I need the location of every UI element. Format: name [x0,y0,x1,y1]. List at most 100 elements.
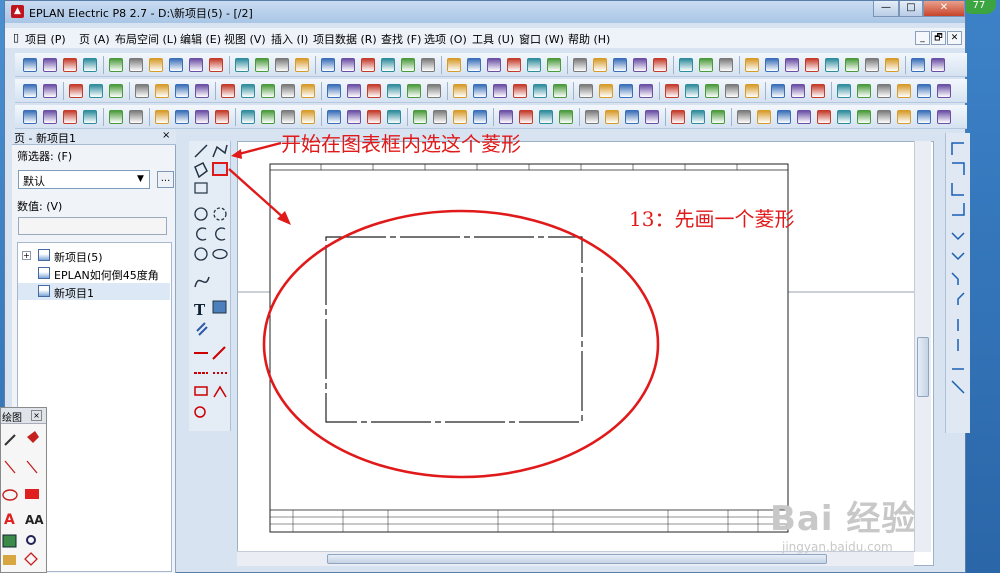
insert-tool-39-icon[interactable] [857,84,871,98]
standard-tool-34-icon[interactable] [745,58,759,72]
standard-tool-39-icon[interactable] [845,58,859,72]
menu-project-data[interactable]: 项目数据 (R) [313,31,377,47]
insert-tool-0-icon[interactable] [23,84,37,98]
standard-tool-37-icon[interactable] [805,58,819,72]
symbol-tool-20-icon[interactable] [453,110,467,124]
insert-tool-35-icon[interactable] [771,84,785,98]
insert-tool-13-icon[interactable] [301,84,315,98]
insert-tool-31-icon[interactable] [685,84,699,98]
insert-tool-30-icon[interactable] [665,84,679,98]
insert-tool-6-icon[interactable] [155,84,169,98]
close-button[interactable]: ✕ [923,1,965,17]
symbol-tool-10-icon[interactable] [241,110,255,124]
symbol-tool-13-icon[interactable] [301,110,315,124]
insert-tool-37-icon[interactable] [811,84,825,98]
insert-tool-41-icon[interactable] [897,84,911,98]
insert-tool-22-icon[interactable] [493,84,507,98]
standard-tool-2-icon[interactable] [63,58,77,72]
standard-tool-11-icon[interactable] [255,58,269,72]
standard-tool-15-icon[interactable] [341,58,355,72]
symbol-tool-17-icon[interactable] [387,110,401,124]
insert-tool-17-icon[interactable] [387,84,401,98]
insert-tool-21-icon[interactable] [473,84,487,98]
maximize-button[interactable]: □ [899,1,923,17]
symbol-tool-26-icon[interactable] [585,110,599,124]
symbol-tool-9-icon[interactable] [215,110,229,124]
insert-tool-11-icon[interactable] [261,84,275,98]
standard-tool-40-icon[interactable] [865,58,879,72]
tree-item-project5[interactable]: + 新项目(5) [18,247,170,264]
standard-tool-8-icon[interactable] [189,58,203,72]
standard-tool-28-icon[interactable] [613,58,627,72]
menu-window[interactable]: 窗口 (W) [519,31,564,47]
symbol-tool-6-icon[interactable] [155,110,169,124]
insert-tool-38-icon[interactable] [837,84,851,98]
standard-tool-1-icon[interactable] [43,58,57,72]
symbol-tool-7-icon[interactable] [175,110,189,124]
insert-tool-24-icon[interactable] [533,84,547,98]
insert-tool-40-icon[interactable] [877,84,891,98]
symbol-tool-8-icon[interactable] [195,110,209,124]
insert-tool-42-icon[interactable] [917,84,931,98]
insert-tool-8-icon[interactable] [195,84,209,98]
standard-tool-38-icon[interactable] [825,58,839,72]
filter-select[interactable]: 默认 ▼ [18,170,150,189]
standard-tool-41-icon[interactable] [885,58,899,72]
standard-tool-32-icon[interactable] [699,58,713,72]
symbol-tool-15-icon[interactable] [347,110,361,124]
insert-tool-5-icon[interactable] [135,84,149,98]
standard-tool-29-icon[interactable] [633,58,647,72]
standard-tool-26-icon[interactable] [573,58,587,72]
mdi-close-button[interactable]: ✕ [947,31,962,45]
mdi-restore-button[interactable]: 🗗 [931,31,946,45]
standard-tool-21-icon[interactable] [467,58,481,72]
insert-tool-36-icon[interactable] [791,84,805,98]
insert-tool-10-icon[interactable] [241,84,255,98]
standard-tool-18-icon[interactable] [401,58,415,72]
insert-tool-12-icon[interactable] [281,84,295,98]
insert-tool-33-icon[interactable] [725,84,739,98]
menu-view[interactable]: 视图 (V) [224,31,266,47]
standard-tool-27-icon[interactable] [593,58,607,72]
symbol-tool-32-icon[interactable] [711,110,725,124]
symbol-tool-31-icon[interactable] [691,110,705,124]
insert-tool-3-icon[interactable] [89,84,103,98]
vertical-scroll-thumb[interactable] [917,337,929,397]
symbol-tool-27-icon[interactable] [605,110,619,124]
standard-tool-24-icon[interactable] [527,58,541,72]
symbol-tool-16-icon[interactable] [367,110,381,124]
insert-tool-27-icon[interactable] [599,84,613,98]
standard-tool-7-icon[interactable] [169,58,183,72]
symbol-tool-23-icon[interactable] [519,110,533,124]
menu-find[interactable]: 查找 (F) [381,31,421,47]
insert-tool-34-icon[interactable] [745,84,759,98]
standard-tool-3-icon[interactable] [83,58,97,72]
standard-tool-31-icon[interactable] [679,58,693,72]
tree-item-chamfer-project[interactable]: EPLAN如何倒45度角 [18,265,170,282]
insert-tool-19-icon[interactable] [427,84,441,98]
symbol-tool-36-icon[interactable] [797,110,811,124]
insert-tool-4-icon[interactable] [109,84,123,98]
symbol-tool-28-icon[interactable] [625,110,639,124]
symbol-tool-35-icon[interactable] [777,110,791,124]
standard-tool-23-icon[interactable] [507,58,521,72]
symbol-tool-30-icon[interactable] [671,110,685,124]
standard-tool-16-icon[interactable] [361,58,375,72]
standard-tool-12-icon[interactable] [275,58,289,72]
standard-tool-4-icon[interactable] [109,58,123,72]
insert-tool-32-icon[interactable] [705,84,719,98]
symbol-tool-0-icon[interactable] [23,110,37,124]
expand-icon[interactable]: + [22,251,31,260]
symbol-tool-34-icon[interactable] [757,110,771,124]
standard-tool-35-icon[interactable] [765,58,779,72]
minimize-button[interactable]: — [873,1,899,17]
symbol-tool-21-icon[interactable] [473,110,487,124]
symbol-tool-33-icon[interactable] [737,110,751,124]
standard-tool-0-icon[interactable] [23,58,37,72]
standard-tool-17-icon[interactable] [381,58,395,72]
symbol-tool-43-icon[interactable] [937,110,951,124]
symbol-tool-37-icon[interactable] [817,110,831,124]
standard-tool-13-icon[interactable] [295,58,309,72]
symbol-tool-41-icon[interactable] [897,110,911,124]
value-input[interactable] [18,217,167,235]
